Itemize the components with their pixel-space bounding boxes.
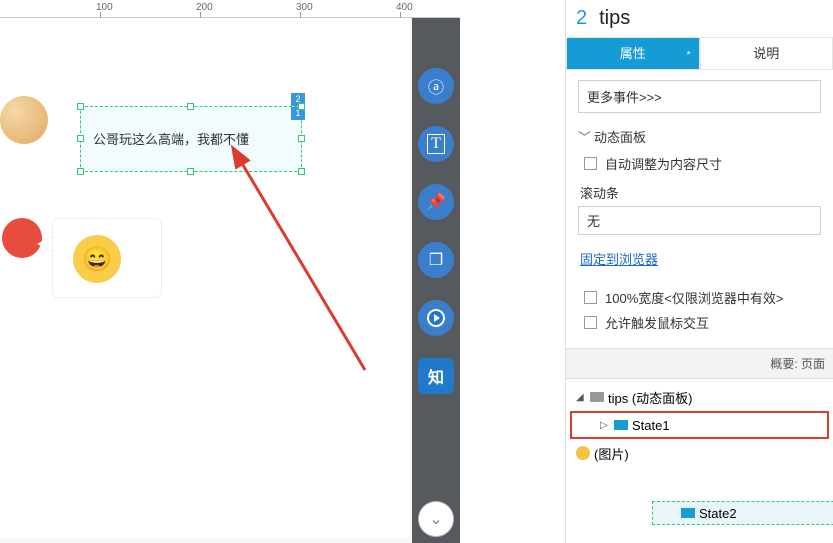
tree-node-image[interactable]: (图片) — [570, 441, 829, 465]
speech-bubble-tail — [38, 236, 52, 252]
canvas-area: 100 200 300 400 😄 公哥玩这么高端，我都不懂 2 1 — [0, 0, 460, 543]
speech-bubble-2[interactable]: 😄 — [52, 218, 162, 298]
triangle-right-icon: ▷ — [600, 420, 610, 431]
tool-collapse-icon[interactable]: ⌄ — [418, 501, 454, 537]
annotation-red-box: State2 ▷ State1 — [570, 411, 829, 439]
tab-description[interactable]: 说明 — [700, 38, 833, 70]
selected-widget[interactable]: 公哥玩这么高端，我都不懂 2 1 — [80, 106, 302, 172]
outline-header[interactable]: 概要: 页面 — [566, 348, 833, 379]
emoji-laugh-icon: 😄 — [73, 235, 121, 283]
panel-icon — [590, 392, 604, 402]
checkbox-icon — [584, 316, 597, 329]
tab-properties[interactable]: 属性 * — [566, 38, 700, 70]
more-events-button[interactable]: 更多事件>>> — [578, 80, 821, 113]
avatar-2[interactable] — [2, 218, 42, 258]
tool-copy-icon[interactable]: ❐ — [418, 242, 454, 278]
inspector-panel: 2 tips 属性 * 说明 更多事件>>> ﹀ 动态面板 自动调整为内容尺寸 … — [565, 0, 833, 543]
selected-widget-text: 公哥玩这么高端，我都不懂 — [93, 129, 249, 148]
checkbox-full-width[interactable]: 100%宽度<仅限浏览器中有效> — [584, 288, 821, 307]
chevron-down-icon: ﹀ — [578, 127, 588, 146]
panel-header: 2 tips — [566, 0, 833, 38]
state-icon — [614, 420, 628, 430]
ruler-tick-200: 200 — [196, 2, 213, 13]
selection-name: tips — [599, 7, 630, 30]
canvas-stage[interactable]: 😄 公哥玩这么高端，我都不懂 2 1 — [0, 18, 410, 538]
panel-tabs: 属性 * 说明 — [566, 38, 833, 70]
resize-handle[interactable] — [298, 135, 305, 142]
ruler-tick-400: 400 — [396, 2, 413, 13]
scrollbar-label: 滚动条 — [580, 183, 821, 202]
ruler-horizontal: 100 200 300 400 — [0, 0, 460, 18]
avatar-1[interactable] — [0, 96, 48, 144]
scrollbar-select[interactable]: 无 — [578, 206, 821, 235]
outline-tree: ◢ tips (动态面板) State2 ▷ State1 (图片) — [566, 379, 833, 471]
vertical-toolbar: ⓐ T 📌 ❐ 知 ⌄ — [412, 18, 460, 543]
image-icon — [576, 446, 590, 460]
tree-node-state1[interactable]: ▷ State1 — [572, 413, 827, 437]
resize-handle[interactable] — [77, 168, 84, 175]
resize-handle[interactable] — [187, 103, 194, 110]
ruler-tick-100: 100 — [96, 2, 113, 13]
selection-index: 2 — [576, 7, 587, 30]
tool-play-icon[interactable] — [418, 300, 454, 336]
tool-pin-icon[interactable]: 📌 — [418, 184, 454, 220]
state-icon — [681, 508, 695, 518]
resize-handle[interactable] — [77, 135, 84, 142]
ruler-tick-300: 300 — [296, 2, 313, 13]
triangle-down-icon: ◢ — [576, 392, 586, 403]
checkbox-allow-mouse[interactable]: 允许触发鼠标交互 — [584, 313, 821, 332]
tree-node-state2[interactable]: State2 — [652, 501, 833, 525]
pin-to-browser-link[interactable]: 固定到浏览器 — [580, 249, 658, 268]
checkbox-icon — [584, 291, 597, 304]
tool-zhihu-icon[interactable]: 知 — [418, 358, 454, 394]
checkbox-auto-resize[interactable]: 自动调整为内容尺寸 — [584, 154, 821, 173]
resize-handle[interactable] — [187, 168, 194, 175]
checkbox-icon — [584, 157, 597, 170]
tool-annotate-icon[interactable]: ⓐ — [418, 68, 454, 104]
modified-indicator: * — [687, 40, 691, 72]
tool-text-icon[interactable]: T — [418, 126, 454, 162]
resize-handle[interactable] — [298, 103, 305, 110]
resize-handle[interactable] — [298, 168, 305, 175]
tree-node-tips[interactable]: ◢ tips (动态面板) — [570, 385, 829, 409]
section-dynamic-panel[interactable]: ﹀ 动态面板 — [578, 127, 821, 146]
resize-handle[interactable] — [77, 103, 84, 110]
